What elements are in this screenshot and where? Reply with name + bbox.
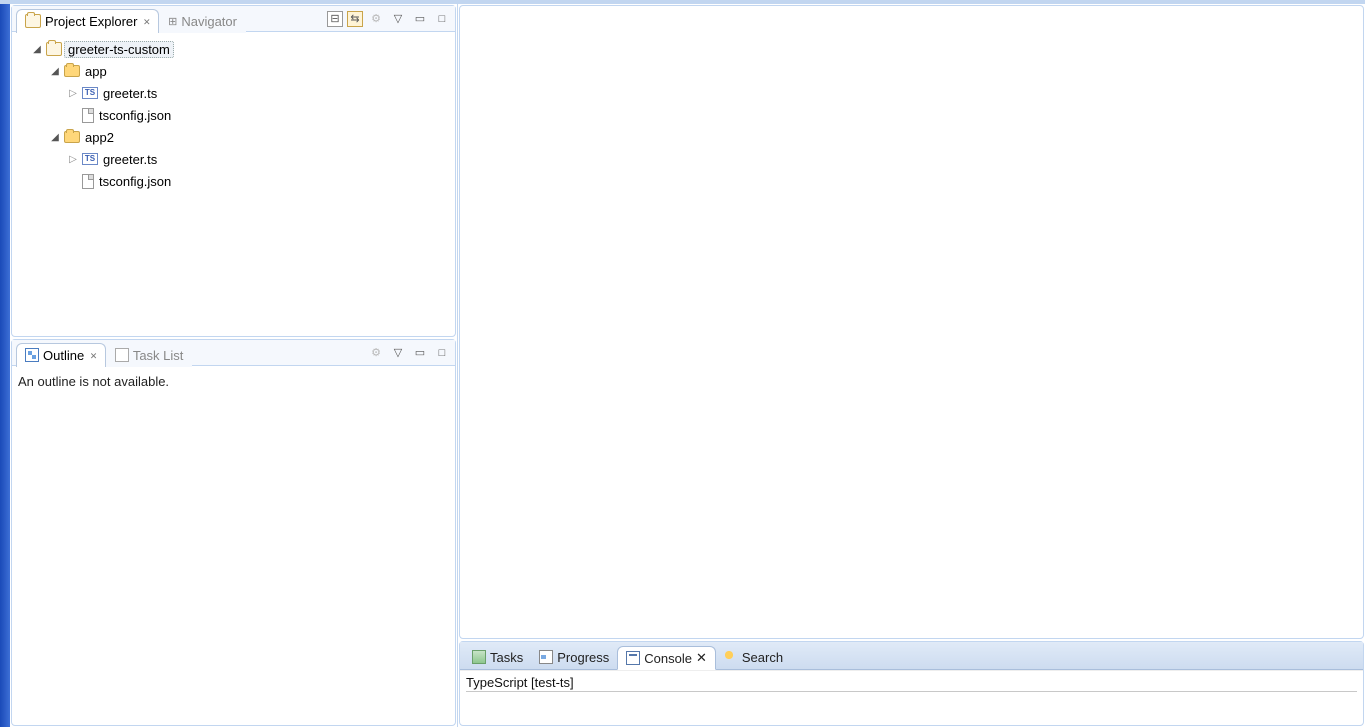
tab-label: Search [742,650,783,665]
file-icon [82,174,94,189]
tree-label[interactable]: greeter-ts-custom [64,41,174,58]
left-column: Project Explorer ✕ ⊞ Navigator ⊟ ⇆ ⚙ ▽ ▭… [10,4,458,727]
search-icon [724,650,738,664]
tree-file-row[interactable]: TS greeter.ts [16,148,451,170]
tab-label: Task List [133,348,184,363]
file-icon [82,108,94,123]
task-list-icon [115,348,129,362]
tab-search[interactable]: Search [716,645,791,669]
typescript-file-icon: TS [82,153,98,165]
tab-outline[interactable]: Outline ✕ [16,343,106,367]
navigator-icon: ⊞ [168,15,177,28]
tab-project-explorer[interactable]: Project Explorer ✕ [16,9,159,33]
tab-navigator[interactable]: ⊞ Navigator [159,9,246,33]
typescript-file-icon: TS [82,87,98,99]
tree-label[interactable]: app [82,64,110,79]
expand-arrow-icon[interactable] [48,66,62,77]
outline-body: An outline is not available. [12,366,455,397]
bottom-tabbar: Tasks Progress Console ✕ Search [460,642,1363,670]
tree-project-row[interactable]: greeter-ts-custom [16,38,451,60]
project-icon [46,42,62,56]
close-icon[interactable]: ✕ [90,349,97,362]
maximize-icon[interactable]: □ [433,344,451,362]
tab-tasks[interactable]: Tasks [464,645,531,669]
view-menu-gear-icon[interactable]: ⚙ [367,344,385,362]
outline-tabbar: Outline ✕ Task List ⚙ ▽ ▭ □ [12,340,455,366]
tab-console[interactable]: Console ✕ [617,646,716,670]
console-body[interactable]: TypeScript [test-ts] [460,670,1363,725]
view-menu-dropdown-icon[interactable]: ▽ [389,344,407,362]
tasks-icon [472,650,486,664]
project-explorer-icon [25,14,41,28]
outline-icon [25,348,39,362]
folder-icon [64,131,80,143]
view-menu-dropdown-icon[interactable]: ▽ [389,10,407,28]
tree-folder-row[interactable]: app [16,60,451,82]
tree-file-row[interactable]: tsconfig.json [16,104,451,126]
tree-label[interactable]: app2 [82,130,117,145]
collapse-all-icon[interactable]: ⊟ [327,11,343,27]
tree-label[interactable]: tsconfig.json [96,108,174,123]
tab-label: Tasks [490,650,523,665]
maximize-icon[interactable]: □ [433,10,451,28]
folder-icon [64,65,80,77]
expand-arrow-icon[interactable] [48,132,62,143]
tab-label: Navigator [181,14,237,29]
console-icon [626,651,640,665]
tab-progress[interactable]: Progress [531,645,617,669]
project-explorer-view: Project Explorer ✕ ⊞ Navigator ⊟ ⇆ ⚙ ▽ ▭… [11,5,456,337]
tree-label[interactable]: greeter.ts [100,152,160,167]
bottom-panel: Tasks Progress Console ✕ Search TypeScri… [459,641,1364,726]
outline-toolbar: ⚙ ▽ ▭ □ [367,344,451,362]
explorer-toolbar: ⊟ ⇆ ⚙ ▽ ▭ □ [327,10,451,28]
project-tree[interactable]: greeter-ts-custom app TS greeter.ts tsco… [12,32,455,336]
close-icon[interactable]: ✕ [143,15,150,28]
view-menu-gear-icon[interactable]: ⚙ [367,10,385,28]
outline-message: An outline is not available. [18,374,169,389]
expand-arrow-icon[interactable] [30,44,44,55]
expand-arrow-icon[interactable] [66,88,80,99]
tree-file-row[interactable]: tsconfig.json [16,170,451,192]
tab-task-list[interactable]: Task List [106,343,193,367]
expand-arrow-icon[interactable] [66,154,80,165]
window-left-stripe [0,4,10,727]
right-column: Tasks Progress Console ✕ Search TypeScri… [458,4,1365,727]
progress-icon [539,650,553,664]
minimize-icon[interactable]: ▭ [411,10,429,28]
console-title: TypeScript [test-ts] [466,675,1357,692]
tab-label: Console [644,651,692,666]
editor-area[interactable] [459,5,1364,639]
explorer-tabbar: Project Explorer ✕ ⊞ Navigator ⊟ ⇆ ⚙ ▽ ▭… [12,6,455,32]
tree-folder-row[interactable]: app2 [16,126,451,148]
outline-view: Outline ✕ Task List ⚙ ▽ ▭ □ An outline i… [11,339,456,726]
tree-label[interactable]: tsconfig.json [96,174,174,189]
link-with-editor-icon[interactable]: ⇆ [347,11,363,27]
tab-label: Project Explorer [45,14,137,29]
tab-label: Outline [43,348,84,363]
close-icon[interactable]: ✕ [696,650,707,666]
minimize-icon[interactable]: ▭ [411,344,429,362]
tree-label[interactable]: greeter.ts [100,86,160,101]
tab-label: Progress [557,650,609,665]
tree-file-row[interactable]: TS greeter.ts [16,82,451,104]
